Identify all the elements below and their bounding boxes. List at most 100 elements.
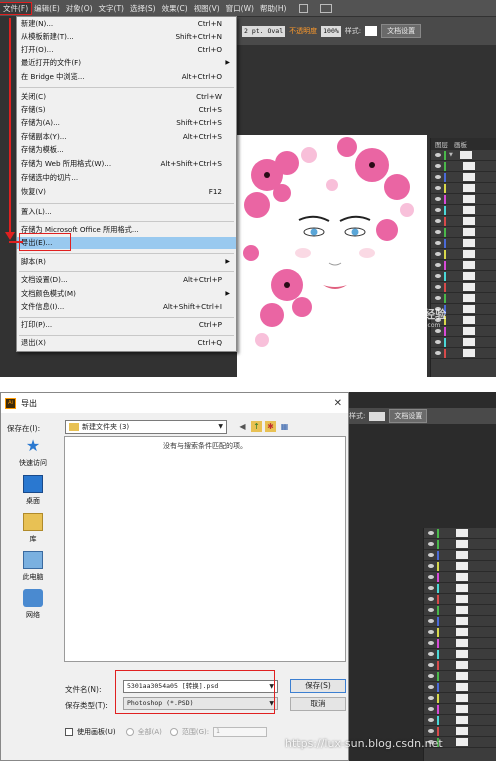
style-swatch[interactable] <box>365 26 378 36</box>
layer-row[interactable] <box>424 649 496 660</box>
layer-row[interactable] <box>424 605 496 616</box>
visibility-eye-icon[interactable] <box>428 652 434 656</box>
layer-row[interactable] <box>431 293 496 304</box>
document-setup-button[interactable]: 文档设置 <box>389 409 428 423</box>
chevron-down-icon[interactable]: ▼ <box>218 421 223 433</box>
visibility-eye-icon[interactable] <box>435 175 441 179</box>
layer-row[interactable] <box>424 704 496 715</box>
layer-row[interactable] <box>424 528 496 539</box>
menu-item-color-mode[interactable]: 文档颜色模式(M) ▶ <box>17 288 236 300</box>
layer-row[interactable] <box>431 326 496 337</box>
visibility-eye-icon[interactable] <box>435 230 441 234</box>
visibility-eye-icon[interactable] <box>435 329 441 333</box>
menu-item-save-slices[interactable]: 存储选中的切片... <box>17 172 236 184</box>
layer-row[interactable] <box>424 682 496 693</box>
menu-item-recent-files[interactable]: 最近打开的文件(F) ▶ <box>17 57 236 69</box>
visibility-eye-icon[interactable] <box>428 663 434 667</box>
range-radio[interactable] <box>169 728 178 736</box>
visibility-eye-icon[interactable] <box>428 674 434 678</box>
menu-window[interactable]: 窗口(W) <box>223 3 257 14</box>
layer-row[interactable] <box>424 638 496 649</box>
visibility-eye-icon[interactable] <box>435 186 441 190</box>
visibility-eye-icon[interactable] <box>428 718 434 722</box>
layers-tab[interactable]: 图层 <box>435 139 448 149</box>
menu-item-open[interactable]: 打开(O)... Ctrl+O <box>17 44 236 56</box>
place-network[interactable]: 网络 <box>7 589 59 620</box>
menu-type[interactable]: 文字(T) <box>96 3 127 14</box>
menu-item-print[interactable]: 打印(P)... Ctrl+P <box>17 319 236 331</box>
menu-item-close[interactable]: 关闭(C) Ctrl+W <box>17 91 236 103</box>
layer-row[interactable] <box>424 594 496 605</box>
save-button[interactable]: 保存(S) <box>290 679 346 693</box>
visibility-eye-icon[interactable] <box>435 296 441 300</box>
place-this-pc[interactable]: 此电脑 <box>7 551 59 582</box>
visibility-eye-icon[interactable] <box>435 340 441 344</box>
cancel-button[interactable]: 取消 <box>290 697 346 711</box>
artboard-canvas[interactable] <box>237 135 427 377</box>
layer-row[interactable] <box>424 561 496 572</box>
layer-row[interactable] <box>424 671 496 682</box>
use-artboards-checkbox[interactable] <box>65 728 73 736</box>
layer-row[interactable] <box>431 205 496 216</box>
arrange-icon[interactable] <box>320 3 333 13</box>
layer-row[interactable] <box>431 348 496 359</box>
layer-row[interactable] <box>424 627 496 638</box>
document-setup-button[interactable]: 文档设置 <box>381 24 422 38</box>
visibility-eye-icon[interactable] <box>428 619 434 623</box>
opacity-label[interactable]: 不透明度 <box>289 26 317 36</box>
menu-edit[interactable]: 编辑(E) <box>31 3 63 14</box>
layer-row[interactable] <box>431 216 496 227</box>
visibility-eye-icon[interactable] <box>435 208 441 212</box>
visibility-eye-icon[interactable] <box>428 542 434 546</box>
place-desktop[interactable]: 桌面 <box>7 475 59 506</box>
menu-item-save-copy[interactable]: 存储副本(Y)... Alt+Ctrl+S <box>17 131 236 143</box>
menu-item-save-as[interactable]: 存储为(A)... Shift+Ctrl+S <box>17 117 236 129</box>
artboards-tab[interactable]: 画板 <box>454 139 467 149</box>
menu-item-scripts[interactable]: 脚本(R) ▶ <box>17 256 236 268</box>
visibility-eye-icon[interactable] <box>428 608 434 612</box>
menu-item-save-as-template[interactable]: 存储为模板... <box>17 144 236 156</box>
place-quick-access[interactable]: ★ 快速访问 <box>7 437 59 468</box>
layer-row[interactable] <box>431 249 496 260</box>
layer-row[interactable] <box>424 550 496 561</box>
menu-item-save[interactable]: 存储(S) Ctrl+S <box>17 104 236 116</box>
menu-view[interactable]: 视图(V) <box>191 3 223 14</box>
up-folder-icon[interactable]: ↑ <box>251 421 262 432</box>
layer-row[interactable] <box>424 616 496 627</box>
bridge-icon[interactable] <box>299 3 309 13</box>
new-folder-icon[interactable]: ✱ <box>265 421 276 432</box>
menu-item-new-from-template[interactable]: 从模板新建(T)... Shift+Ctrl+N <box>17 31 236 43</box>
layer-row[interactable] <box>431 183 496 194</box>
menu-item-file-info[interactable]: 文件信息(I)... Alt+Shift+Ctrl+I <box>17 301 236 313</box>
menu-object[interactable]: 对象(O) <box>63 3 96 14</box>
visibility-eye-icon[interactable] <box>435 285 441 289</box>
layer-row[interactable] <box>424 693 496 704</box>
all-radio[interactable] <box>125 728 134 736</box>
layer-row[interactable] <box>424 583 496 594</box>
stroke-profile-field[interactable]: 2 pt. Oval <box>242 25 286 37</box>
visibility-eye-icon[interactable] <box>435 263 441 267</box>
menu-item-document-setup[interactable]: 文档设置(D)... Alt+Ctrl+P <box>17 274 236 286</box>
menu-help[interactable]: 帮助(H) <box>257 3 290 14</box>
visibility-eye-icon[interactable] <box>435 153 441 157</box>
place-library[interactable]: 库 <box>7 513 59 544</box>
layer-row[interactable] <box>431 227 496 238</box>
style-swatch[interactable] <box>369 411 386 421</box>
back-icon[interactable]: ◀ <box>237 421 248 432</box>
layer-row[interactable] <box>431 282 496 293</box>
layer-row[interactable] <box>431 238 496 249</box>
menu-item-exit[interactable]: 退出(X) Ctrl+Q <box>17 337 236 349</box>
menu-effect[interactable]: 效果(C) <box>159 3 191 14</box>
menu-file[interactable]: 文件(F) <box>0 1 33 15</box>
menu-item-save-for-web[interactable]: 存储为 Web 所用格式(W)... Alt+Shift+Ctrl+S <box>17 158 236 170</box>
layer-row[interactable] <box>431 337 496 348</box>
layer-row[interactable] <box>424 726 496 737</box>
layer-row[interactable] <box>424 572 496 583</box>
visibility-eye-icon[interactable] <box>428 641 434 645</box>
menu-item-place[interactable]: 置入(L)... <box>17 206 236 218</box>
visibility-eye-icon[interactable] <box>428 597 434 601</box>
visibility-eye-icon[interactable] <box>435 164 441 168</box>
layer-row[interactable] <box>431 260 496 271</box>
visibility-eye-icon[interactable] <box>428 531 434 535</box>
layer-row[interactable] <box>431 172 496 183</box>
